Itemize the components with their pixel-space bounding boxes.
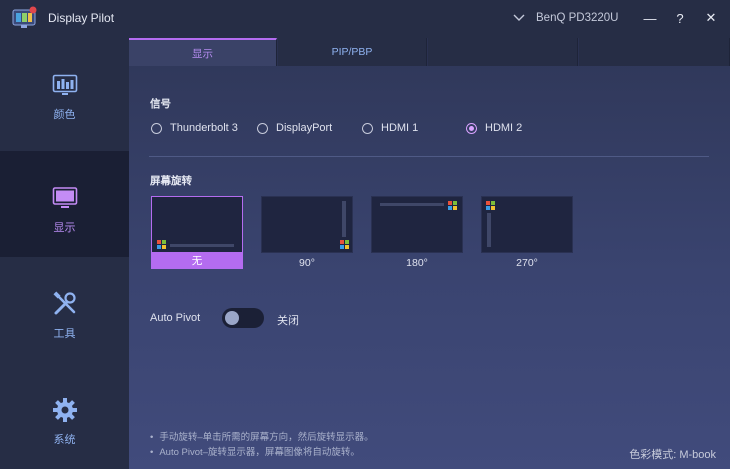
rotation-option-90[interactable]: 90° (261, 196, 353, 269)
radio-indicator (257, 122, 268, 134)
sidebar-item-display[interactable]: 显示 (0, 151, 129, 257)
taskbar (342, 201, 346, 237)
sidebar-item-color[interactable]: 颜色 (0, 38, 129, 144)
radio-thunderbolt3[interactable]: Thunderbolt 3 (151, 122, 238, 134)
radio-indicator (466, 122, 477, 134)
radio-label: DisplayPort (276, 122, 333, 134)
signal-title: 信号 (150, 98, 171, 110)
rotation-preview (481, 196, 573, 253)
tab-display[interactable]: 显示 (129, 38, 277, 66)
taskbar (380, 203, 444, 206)
radio-label: HDMI 1 (381, 122, 419, 134)
rotation-preview (151, 196, 243, 253)
gear-icon (52, 398, 77, 422)
main-panel: 显示 PIP/PBP 信号 Thunderbolt 3 DisplayPort … (129, 38, 730, 469)
radio-displayport[interactable]: DisplayPort (257, 122, 332, 134)
radio-indicator (362, 122, 373, 134)
tab-bar: 显示 PIP/PBP (129, 38, 730, 66)
rotation-preview (371, 196, 463, 253)
windows-logo-icon (340, 240, 349, 249)
monitor-select[interactable]: BenQ PD3220U (512, 9, 618, 27)
rotation-label: 90° (299, 257, 315, 269)
windows-logo-icon (486, 201, 495, 210)
rotation-title: 屏幕旋转 (150, 175, 192, 187)
taskbar (170, 244, 234, 247)
radio-hdmi1[interactable]: HDMI 1 (362, 122, 418, 134)
auto-pivot-state: 关闭 (277, 315, 299, 327)
close-button[interactable]: ✕ (700, 8, 722, 28)
section-divider (149, 156, 709, 157)
rotation-option-180[interactable]: 180° (371, 196, 463, 269)
monitor-name: BenQ PD3220U (536, 12, 619, 24)
help-button[interactable]: ? (669, 8, 691, 28)
radio-label: HDMI 2 (485, 122, 523, 134)
sidebar-item-label: 工具 (53, 328, 76, 340)
note-manual-rotation: 手动旋转–单击所需的屏幕方向，然后旋转显示器。 (150, 429, 373, 443)
monitor-icon (52, 187, 77, 208)
tab-empty-2 (579, 38, 730, 66)
chevron-down-icon (513, 14, 525, 21)
windows-logo-icon (157, 240, 166, 249)
tab-pip-pbp[interactable]: PIP/PBP (278, 38, 427, 66)
title-bar: Display Pilot BenQ PD3220U — ? ✕ (0, 0, 730, 38)
app-title: Display Pilot (48, 11, 115, 25)
rotation-label: 270° (516, 257, 538, 269)
app-logo-icon (12, 6, 37, 28)
toggle-knob (225, 311, 239, 325)
radio-label: Thunderbolt 3 (170, 122, 238, 134)
rotation-label: 180° (406, 257, 428, 269)
sidebar-item-system[interactable]: 系统 (0, 363, 129, 469)
rotation-label: 无 (151, 253, 243, 269)
rotation-preview (261, 196, 353, 253)
taskbar (487, 213, 491, 247)
sidebar-item-label: 显示 (53, 222, 76, 234)
auto-pivot-label: Auto Pivot (150, 312, 201, 324)
rotation-option-none[interactable]: 无 (151, 196, 243, 269)
palette-monitor-icon (52, 74, 77, 95)
sidebar: 颜色 显示 工具 系统 (0, 38, 129, 469)
radio-indicator (151, 122, 162, 134)
note-auto-pivot: Auto Pivot–旋转显示器，屏幕图像将自动旋转。 (150, 444, 360, 458)
sidebar-item-label: 系统 (53, 434, 76, 446)
tools-icon (52, 291, 76, 315)
sidebar-item-tools[interactable]: 工具 (0, 257, 129, 363)
windows-logo-icon (448, 201, 457, 210)
minimize-button[interactable]: — (639, 8, 661, 28)
tab-empty-1 (428, 38, 578, 66)
rotation-option-270[interactable]: 270° (481, 196, 573, 269)
radio-hdmi2[interactable]: HDMI 2 (466, 122, 522, 134)
auto-pivot-toggle[interactable] (222, 308, 264, 328)
color-mode-status: 色彩模式: M-book (629, 449, 716, 461)
signal-options: Thunderbolt 3 DisplayPort HDMI 1 HDMI 2 (151, 122, 711, 136)
sidebar-item-label: 颜色 (53, 109, 76, 121)
